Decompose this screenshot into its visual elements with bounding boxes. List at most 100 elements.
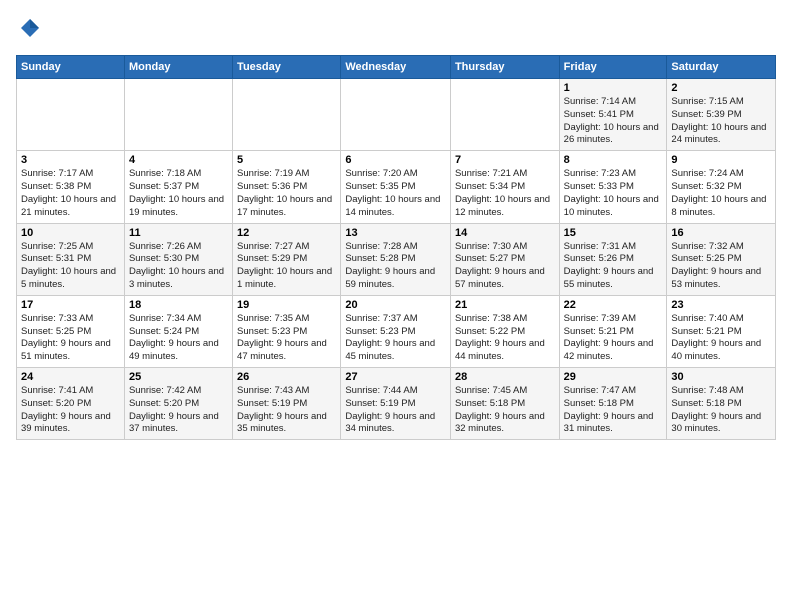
calendar-cell xyxy=(17,79,125,151)
day-info: Sunrise: 7:26 AMSunset: 5:30 PMDaylight:… xyxy=(129,241,228,292)
day-header-friday: Friday xyxy=(559,56,667,79)
calendar-cell: 30 Sunrise: 7:48 AMSunset: 5:18 PMDayligh… xyxy=(667,368,776,440)
day-header-tuesday: Tuesday xyxy=(233,56,341,79)
day-header-wednesday: Wednesday xyxy=(341,56,451,79)
header xyxy=(16,16,776,45)
calendar-cell: 24Sunrise: 7:41 AMSunset: 5:20 PMDayligh… xyxy=(17,368,125,440)
day-number: 21 xyxy=(455,299,555,311)
day-info: Sunrise: 7:15 AMSunset: 5:39 PMDaylight:… xyxy=(671,96,771,147)
day-number: 16 xyxy=(671,227,771,239)
day-info: Sunrise: 7:19 AMSunset: 5:36 PMDaylight:… xyxy=(237,168,336,219)
calendar-cell xyxy=(124,79,232,151)
calendar-week-1: 1Sunrise: 7:14 AMSunset: 5:41 PMDaylight… xyxy=(17,79,776,151)
calendar-header-row: SundayMondayTuesdayWednesdayThursdayFrid… xyxy=(17,56,776,79)
calendar-cell: 2 Sunrise: 7:15 AMSunset: 5:39 PMDaylight… xyxy=(667,79,776,151)
day-info: Sunrise: 7:23 AMSunset: 5:33 PMDaylight:… xyxy=(564,168,663,219)
day-info: Sunrise: 7:18 AMSunset: 5:37 PMDaylight:… xyxy=(129,168,228,219)
logo xyxy=(16,16,42,45)
calendar-week-3: 10 Sunrise: 7:25 AMSunset: 5:31 PMDayligh… xyxy=(17,223,776,295)
day-number: 5 xyxy=(237,154,336,166)
day-number: 18 xyxy=(129,299,228,311)
day-info: Sunrise: 7:34 AMSunset: 5:24 PMDaylight:… xyxy=(129,313,228,364)
calendar-cell: 21 Sunrise: 7:38 AMSunset: 5:22 PMDayligh… xyxy=(450,295,559,367)
page: SundayMondayTuesdayWednesdayThursdayFrid… xyxy=(0,0,792,612)
calendar-cell: 8 Sunrise: 7:23 AMSunset: 5:33 PMDaylight… xyxy=(559,151,667,223)
day-header-saturday: Saturday xyxy=(667,56,776,79)
calendar-cell: 13 Sunrise: 7:28 AMSunset: 5:28 PMDayligh… xyxy=(341,223,451,295)
day-number: 25 xyxy=(129,371,228,383)
calendar-cell: 20 Sunrise: 7:37 AMSunset: 5:23 PMDayligh… xyxy=(341,295,451,367)
calendar-cell: 29Sunrise: 7:47 AMSunset: 5:18 PMDayligh… xyxy=(559,368,667,440)
day-number: 23 xyxy=(671,299,771,311)
day-number: 8 xyxy=(564,154,663,166)
day-info: Sunrise: 7:35 AMSunset: 5:23 PMDaylight:… xyxy=(237,313,336,364)
calendar-week-5: 24Sunrise: 7:41 AMSunset: 5:20 PMDayligh… xyxy=(17,368,776,440)
calendar-cell: 1Sunrise: 7:14 AMSunset: 5:41 PMDaylight… xyxy=(559,79,667,151)
day-number: 4 xyxy=(129,154,228,166)
calendar-cell xyxy=(341,79,451,151)
calendar-cell: 7 Sunrise: 7:21 AMSunset: 5:34 PMDaylight… xyxy=(450,151,559,223)
calendar-cell: 16 Sunrise: 7:32 AMSunset: 5:25 PMDayligh… xyxy=(667,223,776,295)
day-info: Sunrise: 7:17 AMSunset: 5:38 PMDaylight:… xyxy=(21,168,120,219)
day-number: 30 xyxy=(671,371,771,383)
calendar-cell xyxy=(450,79,559,151)
day-number: 15 xyxy=(564,227,663,239)
day-number: 1 xyxy=(564,82,663,94)
day-number: 19 xyxy=(237,299,336,311)
day-info: Sunrise: 7:45 AMSunset: 5:18 PMDaylight:… xyxy=(455,385,555,436)
calendar-cell: 14 Sunrise: 7:30 AMSunset: 5:27 PMDayligh… xyxy=(450,223,559,295)
day-header-sunday: Sunday xyxy=(17,56,125,79)
day-info: Sunrise: 7:21 AMSunset: 5:34 PMDaylight:… xyxy=(455,168,555,219)
day-number: 28 xyxy=(455,371,555,383)
calendar-cell xyxy=(233,79,341,151)
day-info: Sunrise: 7:30 AMSunset: 5:27 PMDaylight:… xyxy=(455,241,555,292)
day-number: 20 xyxy=(345,299,446,311)
day-info: Sunrise: 7:33 AMSunset: 5:25 PMDaylight:… xyxy=(21,313,120,364)
day-info: Sunrise: 7:24 AMSunset: 5:32 PMDaylight:… xyxy=(671,168,771,219)
day-info: Sunrise: 7:43 AMSunset: 5:19 PMDaylight:… xyxy=(237,385,336,436)
calendar-cell: 19 Sunrise: 7:35 AMSunset: 5:23 PMDayligh… xyxy=(233,295,341,367)
day-number: 27 xyxy=(345,371,446,383)
calendar-cell: 17 Sunrise: 7:33 AMSunset: 5:25 PMDayligh… xyxy=(17,295,125,367)
day-info: Sunrise: 7:32 AMSunset: 5:25 PMDaylight:… xyxy=(671,241,771,292)
calendar-cell: 18 Sunrise: 7:34 AMSunset: 5:24 PMDayligh… xyxy=(124,295,232,367)
day-number: 29 xyxy=(564,371,663,383)
calendar-cell: 11 Sunrise: 7:26 AMSunset: 5:30 PMDayligh… xyxy=(124,223,232,295)
day-number: 14 xyxy=(455,227,555,239)
calendar-cell: 26 Sunrise: 7:43 AMSunset: 5:19 PMDayligh… xyxy=(233,368,341,440)
day-number: 11 xyxy=(129,227,228,239)
day-number: 2 xyxy=(671,82,771,94)
calendar-cell: 23 Sunrise: 7:40 AMSunset: 5:21 PMDayligh… xyxy=(667,295,776,367)
day-header-monday: Monday xyxy=(124,56,232,79)
day-info: Sunrise: 7:48 AMSunset: 5:18 PMDaylight:… xyxy=(671,385,771,436)
calendar-week-4: 17 Sunrise: 7:33 AMSunset: 5:25 PMDayligh… xyxy=(17,295,776,367)
calendar-cell: 3 Sunrise: 7:17 AMSunset: 5:38 PMDaylight… xyxy=(17,151,125,223)
day-number: 12 xyxy=(237,227,336,239)
calendar-cell: 22Sunrise: 7:39 AMSunset: 5:21 PMDayligh… xyxy=(559,295,667,367)
calendar-cell: 9 Sunrise: 7:24 AMSunset: 5:32 PMDaylight… xyxy=(667,151,776,223)
day-info: Sunrise: 7:40 AMSunset: 5:21 PMDaylight:… xyxy=(671,313,771,364)
day-number: 26 xyxy=(237,371,336,383)
day-info: Sunrise: 7:38 AMSunset: 5:22 PMDaylight:… xyxy=(455,313,555,364)
day-number: 3 xyxy=(21,154,120,166)
day-header-thursday: Thursday xyxy=(450,56,559,79)
day-info: Sunrise: 7:39 AMSunset: 5:21 PMDaylight:… xyxy=(564,313,663,364)
calendar-cell: 10 Sunrise: 7:25 AMSunset: 5:31 PMDayligh… xyxy=(17,223,125,295)
day-info: Sunrise: 7:28 AMSunset: 5:28 PMDaylight:… xyxy=(345,241,446,292)
day-number: 9 xyxy=(671,154,771,166)
calendar-cell: 15Sunrise: 7:31 AMSunset: 5:26 PMDayligh… xyxy=(559,223,667,295)
calendar-cell: 12Sunrise: 7:27 AMSunset: 5:29 PMDayligh… xyxy=(233,223,341,295)
day-info: Sunrise: 7:20 AMSunset: 5:35 PMDaylight:… xyxy=(345,168,446,219)
day-info: Sunrise: 7:44 AMSunset: 5:19 PMDaylight:… xyxy=(345,385,446,436)
day-info: Sunrise: 7:25 AMSunset: 5:31 PMDaylight:… xyxy=(21,241,120,292)
calendar-cell: 6Sunrise: 7:20 AMSunset: 5:35 PMDaylight… xyxy=(341,151,451,223)
calendar-cell: 5 Sunrise: 7:19 AMSunset: 5:36 PMDaylight… xyxy=(233,151,341,223)
day-number: 10 xyxy=(21,227,120,239)
logo-icon xyxy=(18,16,42,40)
day-number: 7 xyxy=(455,154,555,166)
calendar-cell: 27 Sunrise: 7:44 AMSunset: 5:19 PMDayligh… xyxy=(341,368,451,440)
day-number: 13 xyxy=(345,227,446,239)
day-info: Sunrise: 7:37 AMSunset: 5:23 PMDaylight:… xyxy=(345,313,446,364)
day-number: 17 xyxy=(21,299,120,311)
calendar-cell: 4 Sunrise: 7:18 AMSunset: 5:37 PMDaylight… xyxy=(124,151,232,223)
